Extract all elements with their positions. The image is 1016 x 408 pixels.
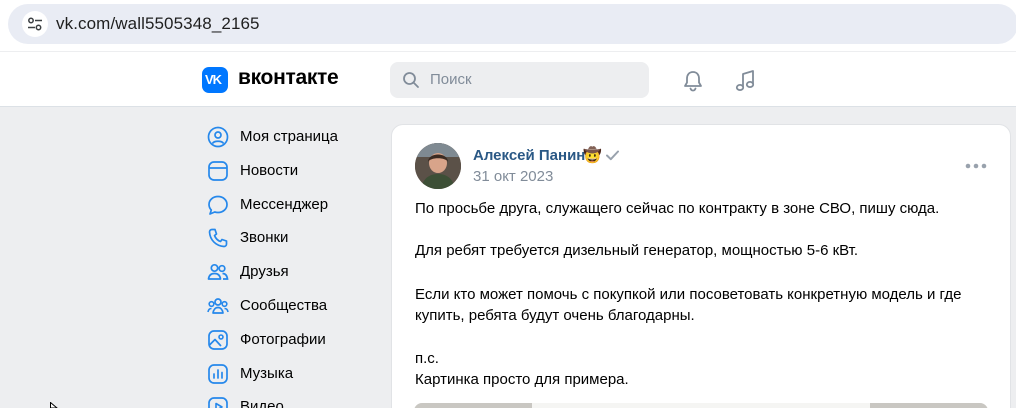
nav-item-music[interactable]: Музыка <box>202 357 382 391</box>
brand-name[interactable]: вконтакте <box>238 66 339 90</box>
nav-label: Фотографии <box>240 330 326 348</box>
author-status-emoji: 🤠 <box>583 147 602 164</box>
nav-item-messenger[interactable]: Мессенджер <box>202 188 382 222</box>
nav-item-photos[interactable]: Фотографии <box>202 323 382 357</box>
search-placeholder: Поиск <box>430 71 472 88</box>
tune-icon[interactable] <box>22 11 48 37</box>
music-icon <box>208 363 228 384</box>
nav-item-calls[interactable]: Звонки <box>202 221 382 255</box>
vk-header: VK вконтакте Поиск <box>0 52 1016 107</box>
more-options-icon[interactable] <box>965 163 987 169</box>
post-text-line: купить, ребята будут очень благодарны. <box>415 307 695 324</box>
browser-address-bar: vk.com/wall5505348_2165 <box>0 0 1016 51</box>
nav-item-video[interactable]: Видео <box>202 390 382 408</box>
profile-icon <box>207 126 229 148</box>
post-date[interactable]: 31 окт 2023 <box>473 168 553 185</box>
mouse-cursor-icon <box>50 402 58 408</box>
photos-icon <box>208 329 228 350</box>
post-text-line: Картинка просто для примера. <box>415 371 629 388</box>
post-text-line: По просьбе друга, служащего сейчас по ко… <box>415 200 940 217</box>
url-text[interactable]: vk.com/wall5505348_2165 <box>56 14 260 34</box>
author-avatar[interactable] <box>415 143 461 189</box>
search-icon <box>403 72 419 88</box>
nav-label: Сообщества <box>240 296 328 314</box>
post-text-line: Если кто может помочь с покупкой или пос… <box>415 286 962 303</box>
nav-item-communities[interactable]: Сообщества <box>202 289 382 323</box>
check-icon <box>606 150 619 161</box>
left-nav: Моя страница Новости Мессенджер Звонки Д… <box>202 120 382 408</box>
post-text-line: п.с. <box>415 350 439 367</box>
messenger-icon <box>208 195 228 215</box>
news-icon <box>208 160 228 181</box>
nav-item-my-page[interactable]: Моя страница <box>202 120 382 154</box>
omnibox[interactable]: vk.com/wall5505348_2165 <box>8 4 1016 44</box>
nav-label: Музыка <box>240 364 294 382</box>
music-note-icon[interactable] <box>733 68 759 94</box>
nav-label: Звонки <box>240 229 289 247</box>
post-card: Алексей Панин 🤠 31 окт 2023 По просьбе д… <box>391 124 1011 408</box>
post-text-line: Для ребят требуется дизельный генератор,… <box>415 242 859 259</box>
nav-label: Видео <box>240 398 284 408</box>
nav-label: Новости <box>240 161 299 179</box>
bell-icon[interactable] <box>681 69 705 93</box>
communities-icon <box>207 298 229 314</box>
post-image[interactable] <box>414 403 988 408</box>
vk-logo-mark: VK <box>205 72 222 87</box>
search-input[interactable]: Поиск <box>390 62 649 98</box>
nav-label: Моя страница <box>240 128 338 145</box>
vk-logo[interactable]: VK <box>202 67 228 93</box>
nav-item-friends[interactable]: Друзья <box>202 255 382 289</box>
friends-icon <box>207 264 229 281</box>
phone-icon <box>208 229 228 248</box>
nav-item-news[interactable]: Новости <box>202 154 382 188</box>
nav-label: Мессенджер <box>240 195 329 213</box>
nav-label: Друзья <box>240 263 289 281</box>
video-icon <box>208 397 228 408</box>
author-name[interactable]: Алексей Панин <box>473 147 585 164</box>
